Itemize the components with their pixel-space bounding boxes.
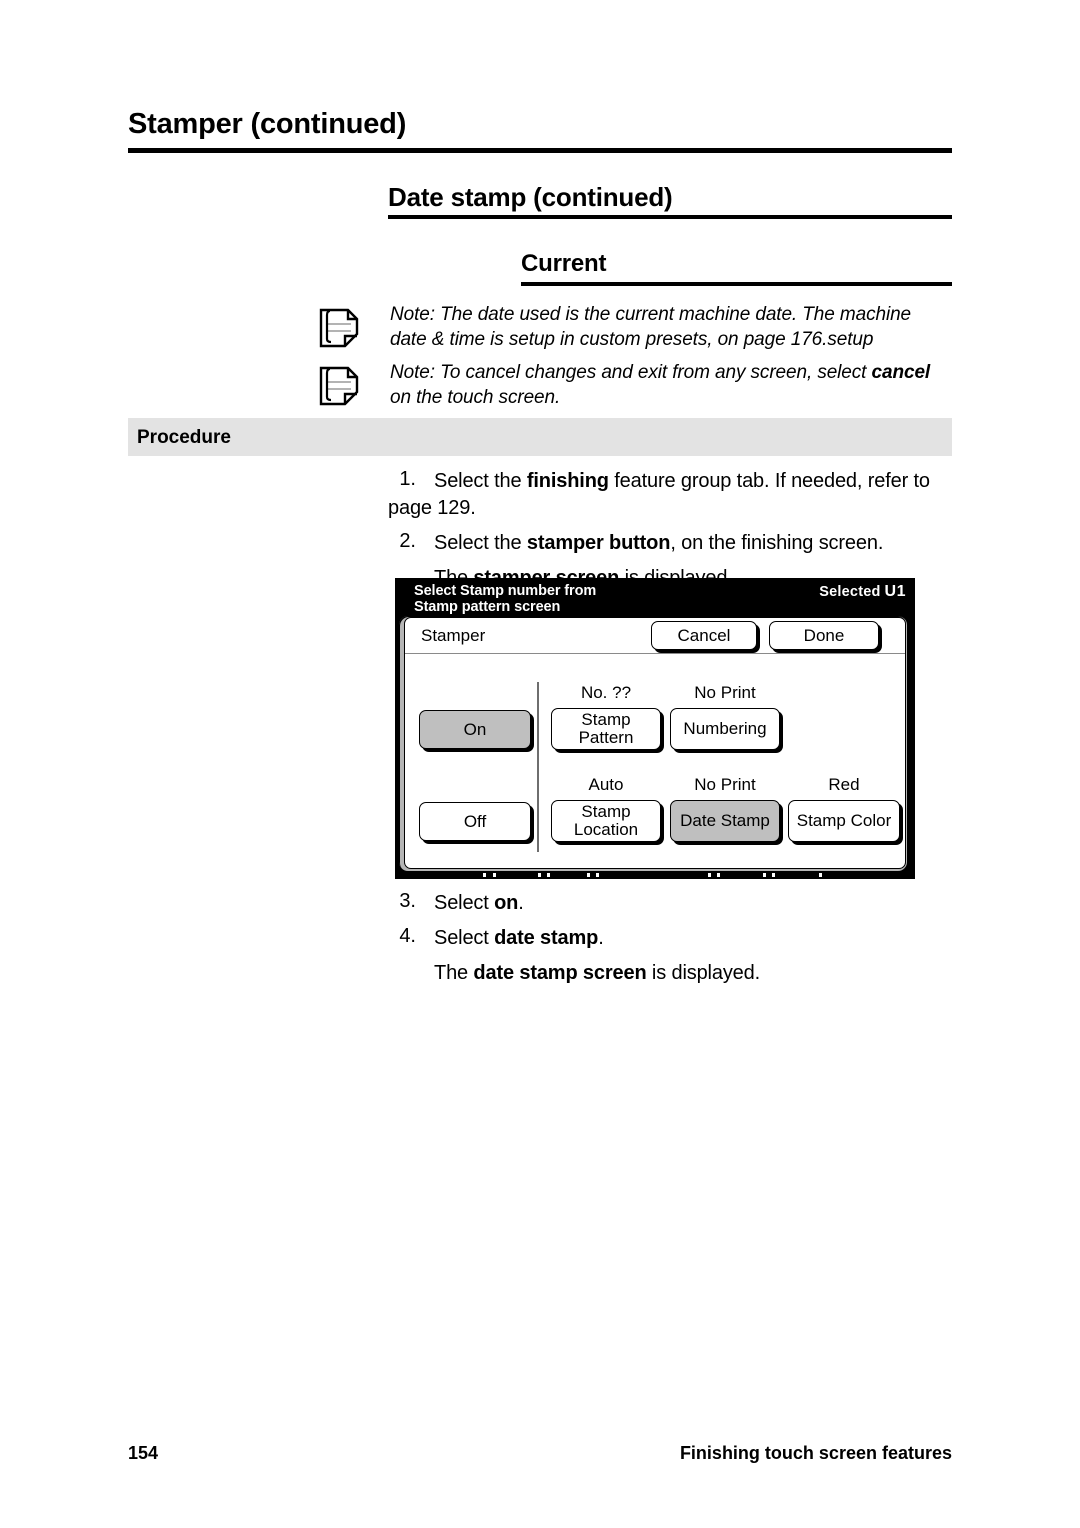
column-divider [537,682,539,852]
footer-page-number: 154 [128,1443,159,1463]
step-number: 4. [399,925,416,947]
subsection-title: Current [521,250,607,277]
step-number: 3. [399,890,416,912]
step-item: 2. Select the stamper button, on the fin… [388,530,952,557]
step-item: 3. Select on. [388,890,952,917]
step-item: 1. Select the finishing feature group ta… [388,468,952,522]
date-stamp-caption: No Print [694,775,756,794]
step-text: Select the finishing feature group tab. … [388,470,930,519]
on-button[interactable]: On [419,710,531,749]
tab-stub[interactable] [772,873,775,877]
stamp-color-caption: Red [828,775,860,794]
step-text: Select date stamp. [434,927,604,949]
step-text: Select on. [434,892,524,914]
instruction-line-2: Stamp pattern screen [414,599,561,615]
tab-stub[interactable] [483,873,486,877]
subsection-title-rule [521,282,952,286]
step-item: 4. Select date stamp. [388,925,952,952]
step-result-text: The date stamp screen is displayed. [434,962,761,984]
step-number: 1. [399,468,416,490]
done-button[interactable]: Done [769,621,879,650]
tab-stub[interactable] [763,873,766,877]
procedure-steps-lower: 3. Select on. 4. Select date stamp. The … [388,890,952,995]
page-title: Stamper (continued) [128,108,407,140]
stamp-color-button[interactable]: Stamp Color [788,800,900,842]
tab-stub[interactable] [538,873,541,877]
tab-stub[interactable] [819,873,822,877]
note-text-2: Note: To cancel changes and exit from an… [390,362,931,408]
touch-screen-titlebar: Stamper Cancel Done [405,618,905,654]
tab-stub[interactable] [547,873,550,877]
note-text-1: Note: The date used is the current machi… [390,304,912,350]
tab-stub[interactable] [493,873,496,877]
tab-stub[interactable] [717,873,720,877]
note-page-icon [318,364,360,408]
procedure-bar: Procedure [128,418,952,456]
stamp-location-line-2: Location [573,820,639,839]
stamp-pattern-line-1: Stamp [581,710,631,729]
touch-screen-instruction: Select Stamp number from Stamp pattern s… [414,583,596,615]
stamp-pattern-caption: No. ?? [580,683,632,702]
tab-stub[interactable] [587,873,590,877]
tab-stub[interactable] [708,873,711,877]
stamp-pattern-line-2: Pattern [578,728,634,747]
stamp-location-button[interactable]: Stamp Location [551,800,661,842]
selected-label: Selected [819,584,881,600]
touch-screen-tab-strip [395,871,915,879]
section-title: Date stamp (continued) [388,182,673,212]
off-button[interactable]: Off [419,802,531,841]
numbering-button[interactable]: Numbering [670,708,780,750]
footer-section-label: Finishing touch screen features [679,1443,952,1463]
touch-screen-display: Stamper Cancel Done No. ?? No Print On S… [404,617,906,869]
instruction-line-1: Select Stamp number from [414,583,597,599]
section-title-rule [388,215,952,219]
selected-stamp-indicator: Selected U1 [819,583,906,601]
cancel-button[interactable]: Cancel [651,621,757,650]
numbering-caption: No Print [694,683,756,702]
touch-screen-figure: Select Stamp number from Stamp pattern s… [395,578,915,879]
stamp-location-caption: Auto [588,775,624,794]
step-text: Select the stamper button, on the finish… [434,532,884,554]
step-number: 2. [399,530,416,552]
tab-stub[interactable] [596,873,599,877]
page-title-rule [128,148,952,153]
stamp-pattern-button[interactable]: Stamp Pattern [551,708,661,750]
note-page-icon [318,306,360,350]
selected-value: U1 [884,583,906,600]
screen-name-label: Stamper [421,626,486,645]
stamp-location-line-1: Stamp [581,802,631,821]
date-stamp-button[interactable]: Date Stamp [670,800,780,842]
procedure-label: Procedure [137,427,231,448]
